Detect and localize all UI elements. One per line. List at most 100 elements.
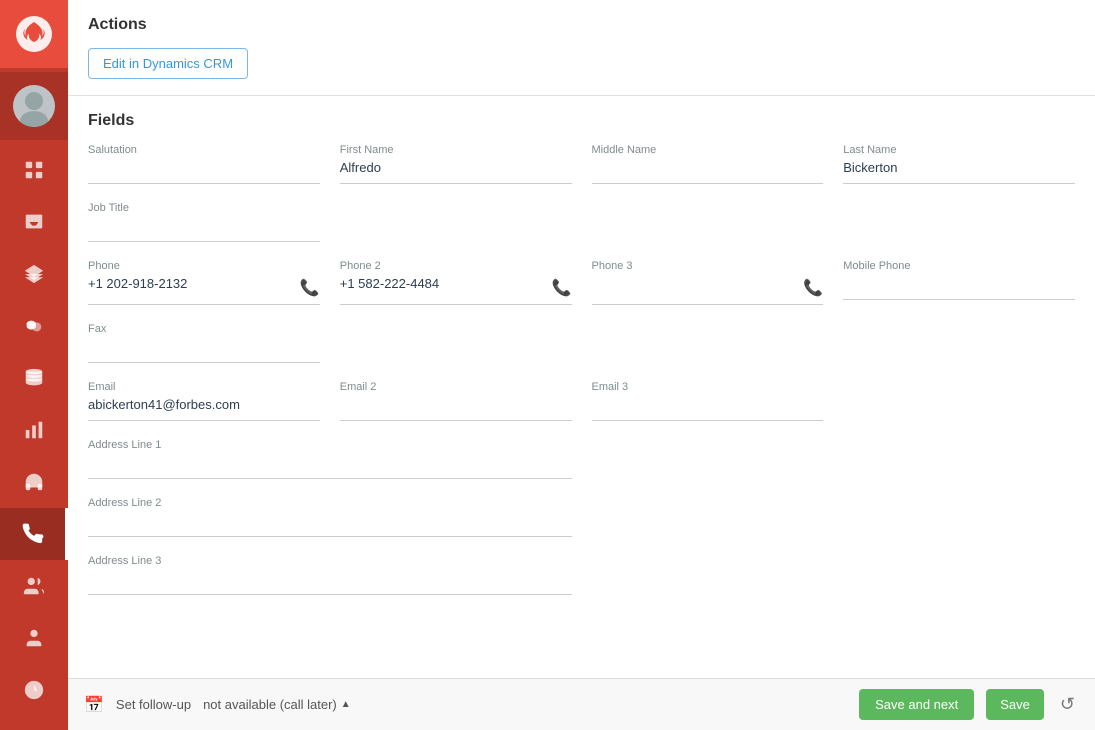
reset-button[interactable]: ↺ bbox=[1056, 690, 1079, 719]
follow-up-status-text: not available (call later) bbox=[203, 697, 337, 712]
fax-value[interactable] bbox=[88, 339, 320, 363]
sidebar-item-layers[interactable] bbox=[0, 248, 68, 300]
main-content: Actions Edit in Dynamics CRM Fields Salu… bbox=[68, 0, 1095, 730]
spacer-fax-c4 bbox=[843, 323, 1075, 381]
sidebar bbox=[0, 0, 68, 730]
fields-scroll-area: Fields Salutation First Name Alfredo Mid… bbox=[68, 96, 1095, 678]
mobile-phone-value[interactable] bbox=[843, 276, 1075, 300]
email-value[interactable]: abickerton41@forbes.com bbox=[88, 397, 320, 421]
address1-label: Address Line 1 bbox=[88, 439, 572, 451]
phone-label: Phone bbox=[88, 260, 320, 272]
spacer-r2-c2 bbox=[340, 202, 572, 260]
avatar-icon bbox=[13, 85, 55, 127]
email3-value[interactable] bbox=[592, 397, 824, 421]
follow-up-label: Set follow-up bbox=[116, 697, 191, 712]
last-name-value[interactable]: Bickerton bbox=[843, 160, 1075, 184]
field-last-name: Last Name Bickerton bbox=[843, 144, 1075, 184]
address2-label: Address Line 2 bbox=[88, 497, 572, 509]
phone2-wrapper: +1 582-222-4484 📞 bbox=[340, 276, 572, 305]
middle-name-value[interactable] bbox=[592, 160, 824, 184]
field-fax: Fax bbox=[88, 323, 320, 363]
sidebar-item-coins[interactable] bbox=[0, 300, 68, 352]
save-button[interactable]: Save bbox=[986, 689, 1044, 720]
job-title-value[interactable] bbox=[88, 218, 320, 242]
spacer-addr3-c4 bbox=[843, 555, 1075, 613]
sidebar-logo bbox=[0, 0, 68, 68]
sidebar-item-clock[interactable] bbox=[0, 664, 68, 716]
salutation-value[interactable] bbox=[88, 160, 320, 184]
grid-icon bbox=[23, 159, 45, 181]
coins-icon bbox=[23, 315, 45, 337]
job-title-label: Job Title bbox=[88, 202, 320, 214]
actions-title: Actions bbox=[88, 16, 1075, 34]
field-phone: Phone +1 202-918-2132 📞 bbox=[88, 260, 320, 305]
sidebar-item-database[interactable] bbox=[0, 352, 68, 404]
first-name-value[interactable]: Alfredo bbox=[340, 160, 572, 184]
spacer-fax-c3 bbox=[592, 323, 824, 381]
phone-call-icon[interactable]: 📞 bbox=[300, 278, 320, 298]
sidebar-item-analytics[interactable] bbox=[0, 404, 68, 456]
middle-name-label: Middle Name bbox=[592, 144, 824, 156]
email2-value[interactable] bbox=[340, 397, 572, 421]
phone2-value[interactable]: +1 582-222-4484 bbox=[340, 276, 546, 300]
spacer-fax-c2 bbox=[340, 323, 572, 381]
sidebar-item-team[interactable] bbox=[0, 560, 68, 612]
field-job-title: Job Title bbox=[88, 202, 320, 242]
bar-chart-icon bbox=[23, 419, 45, 441]
field-address3: Address Line 3 bbox=[88, 555, 572, 595]
field-first-name: First Name Alfredo bbox=[340, 144, 572, 184]
field-salutation: Salutation bbox=[88, 144, 320, 184]
phone-icon bbox=[22, 523, 44, 545]
phone3-value[interactable] bbox=[592, 276, 798, 300]
address3-label: Address Line 3 bbox=[88, 555, 572, 567]
inbox-icon bbox=[23, 211, 45, 233]
headphones-icon bbox=[23, 471, 45, 493]
mobile-phone-label: Mobile Phone bbox=[843, 260, 1075, 272]
field-email: Email abickerton41@forbes.com bbox=[88, 381, 320, 421]
salutation-label: Salutation bbox=[88, 144, 320, 156]
email3-label: Email 3 bbox=[592, 381, 824, 393]
user-avatar-section bbox=[0, 72, 68, 140]
sidebar-navigation bbox=[0, 144, 68, 730]
clock-icon bbox=[23, 679, 45, 701]
user-icon bbox=[23, 627, 45, 649]
spacer-addr1-c4 bbox=[843, 439, 1075, 497]
follow-up-status[interactable]: not available (call later) ▲ bbox=[203, 697, 351, 712]
address3-value[interactable] bbox=[88, 571, 572, 595]
phone3-call-icon[interactable]: 📞 bbox=[803, 278, 823, 298]
fields-section: Fields Salutation First Name Alfredo Mid… bbox=[68, 96, 1095, 629]
email2-label: Email 2 bbox=[340, 381, 572, 393]
calendar-icon: 📅 bbox=[84, 695, 104, 715]
sidebar-item-phone[interactable] bbox=[0, 508, 68, 560]
field-mobile-phone: Mobile Phone bbox=[843, 260, 1075, 305]
spacer-r2-c3 bbox=[592, 202, 824, 260]
phone2-call-icon[interactable]: 📞 bbox=[552, 278, 572, 298]
edit-crm-button[interactable]: Edit in Dynamics CRM bbox=[88, 48, 248, 79]
spacer-r2-c4 bbox=[843, 202, 1075, 260]
spacer-email-c4 bbox=[843, 381, 1075, 439]
sidebar-item-support[interactable] bbox=[0, 456, 68, 508]
phone-wrapper: +1 202-918-2132 📞 bbox=[88, 276, 320, 305]
field-middle-name: Middle Name bbox=[592, 144, 824, 184]
spacer-addr2-c3 bbox=[592, 497, 824, 555]
field-phone3: Phone 3 📞 bbox=[592, 260, 824, 305]
first-name-label: First Name bbox=[340, 144, 572, 156]
app-logo-icon bbox=[14, 14, 54, 54]
fields-grid: Salutation First Name Alfredo Middle Nam… bbox=[88, 144, 1075, 613]
sidebar-item-inbox[interactable] bbox=[0, 196, 68, 248]
email-label: Email bbox=[88, 381, 320, 393]
avatar bbox=[13, 85, 55, 127]
fax-label: Fax bbox=[88, 323, 320, 335]
phone-value[interactable]: +1 202-918-2132 bbox=[88, 276, 294, 300]
field-phone2: Phone 2 +1 582-222-4484 📞 bbox=[340, 260, 572, 305]
address2-value[interactable] bbox=[88, 513, 572, 537]
follow-up-arrow-icon: ▲ bbox=[341, 699, 351, 710]
database-icon bbox=[23, 367, 45, 389]
field-address1: Address Line 1 bbox=[88, 439, 572, 479]
save-next-button[interactable]: Save and next bbox=[859, 689, 974, 720]
sidebar-item-dashboard[interactable] bbox=[0, 144, 68, 196]
address1-value[interactable] bbox=[88, 455, 572, 479]
phone2-label: Phone 2 bbox=[340, 260, 572, 272]
sidebar-item-user[interactable] bbox=[0, 612, 68, 664]
fields-title: Fields bbox=[88, 112, 1075, 130]
